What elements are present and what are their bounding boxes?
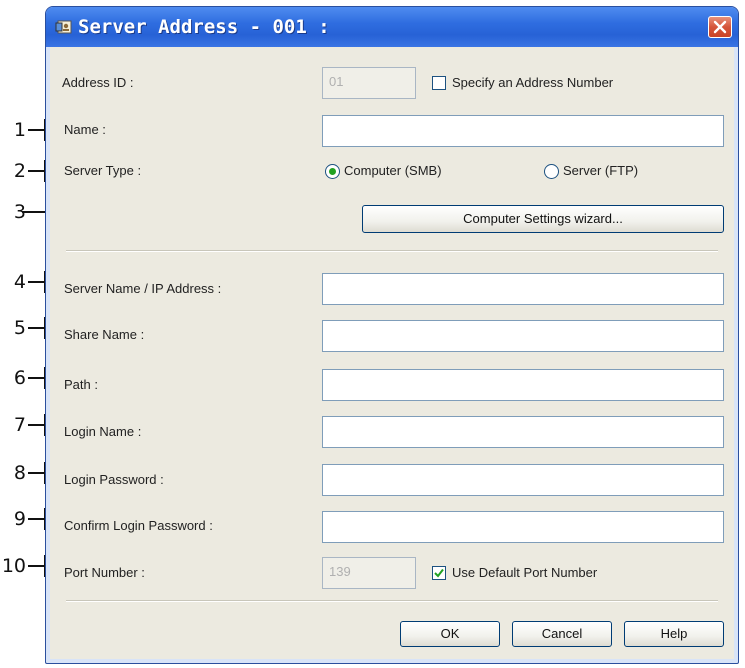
close-icon bbox=[713, 20, 727, 34]
port-number-label: Port Number : bbox=[64, 565, 145, 580]
login-password-label: Login Password : bbox=[64, 472, 164, 487]
dialog-body: Address ID : 01 Specify an Address Numbe… bbox=[50, 47, 734, 659]
title-bar[interactable]: Server Address - 001 : bbox=[46, 7, 738, 47]
separator-top bbox=[66, 250, 718, 252]
use-default-port-checkbox[interactable] bbox=[432, 566, 446, 580]
dialog-title: Server Address - 001 : bbox=[78, 16, 330, 38]
name-label: Name : bbox=[64, 122, 106, 137]
path-input[interactable] bbox=[322, 369, 724, 401]
confirm-password-input[interactable] bbox=[322, 511, 724, 543]
address-id-label: Address ID : bbox=[62, 75, 134, 90]
address-id-field: 01 bbox=[322, 67, 416, 99]
radio-computer-smb-label[interactable]: Computer (SMB) bbox=[344, 163, 442, 179]
server-name-label: Server Name / IP Address : bbox=[64, 281, 222, 296]
ok-button[interactable]: OK bbox=[400, 621, 500, 647]
computer-settings-wizard-button[interactable]: Computer Settings wizard... bbox=[362, 205, 724, 233]
share-name-label: Share Name : bbox=[64, 327, 145, 342]
cancel-button[interactable]: Cancel bbox=[512, 621, 612, 647]
name-input[interactable] bbox=[322, 115, 724, 147]
radio-server-ftp-label[interactable]: Server (FTP) bbox=[563, 163, 638, 179]
port-number-field: 139 bbox=[322, 557, 416, 589]
login-name-label: Login Name : bbox=[64, 424, 142, 439]
confirm-password-label: Confirm Login Password : bbox=[64, 518, 213, 533]
close-button[interactable] bbox=[708, 16, 732, 38]
specify-address-label[interactable]: Specify an Address Number bbox=[452, 75, 613, 91]
login-name-input[interactable] bbox=[322, 416, 724, 448]
help-button[interactable]: Help bbox=[624, 621, 724, 647]
server-address-dialog: Server Address - 001 : Address ID : 01 S… bbox=[45, 6, 739, 664]
specify-address-checkbox[interactable] bbox=[432, 76, 446, 90]
radio-server-ftp[interactable] bbox=[544, 164, 559, 179]
login-password-input[interactable] bbox=[322, 464, 724, 496]
address-book-icon bbox=[54, 18, 74, 36]
separator-bottom bbox=[66, 600, 718, 602]
radio-computer-smb[interactable] bbox=[325, 164, 340, 179]
use-default-port-label[interactable]: Use Default Port Number bbox=[452, 565, 597, 581]
server-name-input[interactable] bbox=[322, 273, 724, 305]
path-label: Path : bbox=[64, 377, 98, 392]
checkmark-icon bbox=[434, 568, 444, 578]
server-type-label: Server Type : bbox=[64, 163, 142, 178]
share-name-input[interactable] bbox=[322, 320, 724, 352]
